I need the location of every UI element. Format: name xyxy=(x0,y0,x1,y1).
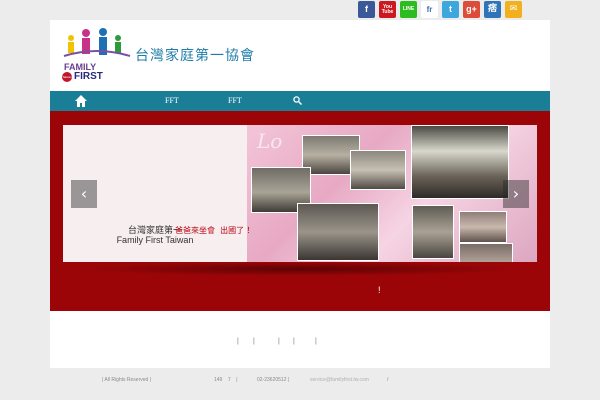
nav-item-fft-1[interactable]: FFT xyxy=(165,91,179,111)
content-separator-4: | xyxy=(293,338,295,345)
fr-icon[interactable]: fr xyxy=(421,1,438,18)
footer-email[interactable]: service@familyfirst.tw.com xyxy=(310,377,369,383)
event-photo-7 xyxy=(459,211,507,243)
site-title[interactable]: 台灣家庭第一協會 xyxy=(135,45,255,65)
site-logo[interactable]: FAMILY Taiwan FIRST xyxy=(62,24,132,88)
hero-exclamation: ! xyxy=(378,285,381,295)
plurk-icon[interactable]: 痞 xyxy=(484,1,501,18)
footer-rights: | All Rights Reserved | xyxy=(102,377,152,383)
caption-line-2: Family First Taiwan xyxy=(116,235,194,245)
footer-slash: / xyxy=(387,377,389,383)
footer-address: 149 7 | xyxy=(214,377,238,383)
site-header: FAMILY Taiwan FIRST 台灣家庭第一協會 xyxy=(50,20,550,91)
event-photo-5 xyxy=(411,125,509,199)
event-photo-4 xyxy=(297,203,379,261)
family-figures-logo xyxy=(63,28,131,57)
social-bar: f You Tube LINE fr t g+ 痞 ✉ xyxy=(358,1,522,18)
event-photo-2 xyxy=(350,150,406,190)
event-photo-6 xyxy=(412,205,454,259)
event-photo-8 xyxy=(459,243,513,262)
slider-prev-button[interactable]: ‹ xyxy=(71,180,97,208)
logo-first-text: FIRST xyxy=(74,71,103,82)
image-slider[interactable]: 台灣家庭第一 Family First Taiwan Lo 爸爸來坐會 出國了 … xyxy=(63,125,537,262)
search-icon[interactable] xyxy=(293,91,303,111)
content-separator-1: | xyxy=(237,338,239,345)
content-area: | | | | | xyxy=(50,311,550,368)
google-plus-icon[interactable]: g+ xyxy=(463,1,480,18)
nav-item-fft-2[interactable]: FFT xyxy=(228,91,242,111)
content-separator-5: | xyxy=(315,338,317,345)
main-nav: FFT FFT xyxy=(50,91,550,111)
home-glyph xyxy=(75,95,87,107)
facebook-icon[interactable]: f xyxy=(358,1,375,18)
twitter-icon[interactable]: t xyxy=(442,1,459,18)
slider-next-button[interactable]: › xyxy=(503,180,529,208)
slide-photo-collage: Lo xyxy=(247,125,537,262)
footer-phone: 02-23620512 | xyxy=(257,377,290,383)
home-icon[interactable] xyxy=(74,91,88,111)
slide-headline: 爸爸來坐會 出國了 ！ xyxy=(175,226,255,235)
content-separator-3: | xyxy=(278,338,280,345)
youtube-icon[interactable]: You Tube xyxy=(379,1,396,18)
site-footer xyxy=(50,368,550,400)
line-icon[interactable]: LINE xyxy=(400,1,417,18)
search-glyph xyxy=(293,96,303,106)
logo-badge: Taiwan xyxy=(62,72,72,82)
mail-icon[interactable]: ✉ xyxy=(505,1,522,18)
slider-shadow xyxy=(80,262,520,276)
content-separator-2: | xyxy=(253,338,255,345)
decorative-script: Lo xyxy=(257,129,283,153)
